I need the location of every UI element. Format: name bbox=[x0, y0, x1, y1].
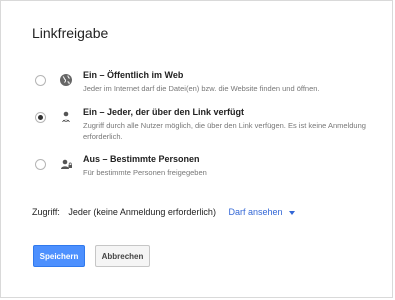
option-title: Ein – Jeder, der über den Link verfügt bbox=[83, 107, 245, 117]
link-icon bbox=[59, 110, 73, 124]
option-title: Ein – Öffentlich im Web bbox=[83, 70, 184, 80]
caret-down-icon bbox=[289, 210, 296, 215]
option-public-on-web[interactable]: Ein – Öffentlich im Web Jeder im Interne… bbox=[32, 69, 382, 109]
permission-label: Darf ansehen bbox=[228, 207, 283, 217]
option-description: Jeder im Internet darf die Datei(en) bzw… bbox=[83, 84, 320, 93]
link-sharing-dialog: Linkfreigabe Ein – Öffentlich im Web Jed… bbox=[0, 0, 393, 298]
access-row: Zugriff: Jeder (keine Anmeldung erforder… bbox=[32, 207, 296, 217]
option-title: Aus – Bestimmte Personen bbox=[83, 154, 200, 164]
option-description: Zugriff durch alle Nutzer möglich, die ü… bbox=[83, 121, 366, 141]
cancel-button[interactable]: Abbrechen bbox=[95, 245, 150, 267]
person-lock-icon bbox=[59, 157, 73, 171]
radio-specific-people[interactable] bbox=[35, 159, 46, 170]
permission-dropdown[interactable]: Darf ansehen bbox=[228, 207, 296, 217]
dialog-title: Linkfreigabe bbox=[32, 25, 109, 41]
globe-icon bbox=[59, 73, 73, 87]
save-button[interactable]: Speichern bbox=[33, 245, 85, 267]
access-value: Jeder (keine Anmeldung erforderlich) bbox=[68, 207, 216, 217]
option-anyone-with-link[interactable]: Ein – Jeder, der über den Link verfügt Z… bbox=[32, 106, 382, 146]
radio-public[interactable] bbox=[35, 75, 46, 86]
radio-anyone-with-link[interactable] bbox=[35, 112, 46, 123]
option-specific-people[interactable]: Aus – Bestimmte Personen Für bestimmte P… bbox=[32, 153, 382, 193]
access-label: Zugriff: bbox=[32, 207, 60, 217]
option-description: Für bestimmte Personen freigegeben bbox=[83, 168, 207, 177]
